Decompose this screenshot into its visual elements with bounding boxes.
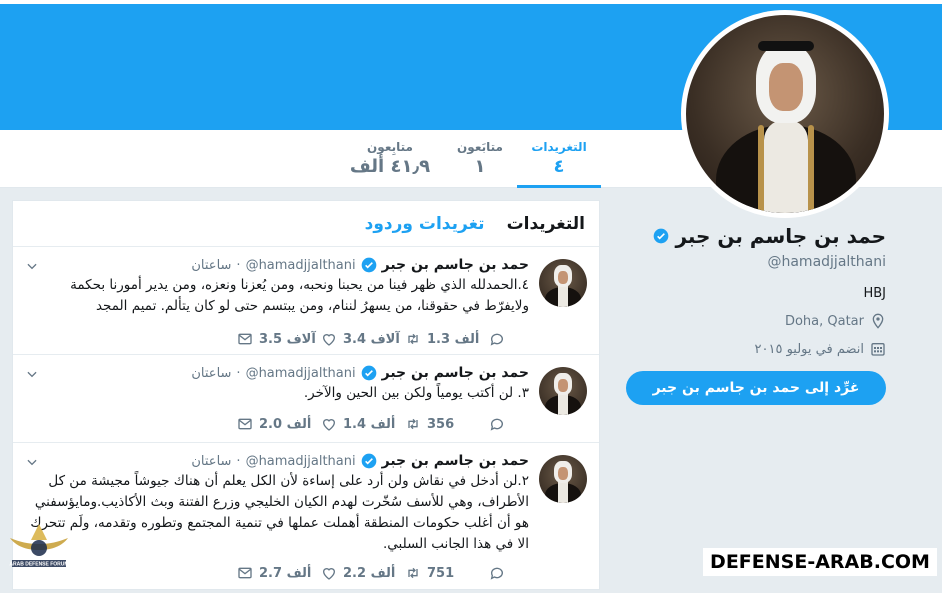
separator-dot: · — [236, 257, 241, 273]
replies-count: 751 — [427, 565, 455, 581]
timeline: التغريدات تغريدات وردود حمد بن جاسم بن ج… — [12, 200, 600, 590]
envelope-icon — [238, 418, 252, 430]
separator-dot: · — [236, 453, 241, 469]
site-watermark: DEFENSE-ARAB.COM — [703, 548, 937, 576]
tab-timeline-tweets[interactable]: التغريدات — [507, 214, 585, 234]
tweet-item[interactable]: حمد بن جاسم بن جبر @hamadjjalthani · ساع… — [13, 443, 599, 593]
like-button[interactable]: 2.2 ألف — [321, 565, 405, 581]
tweet-item[interactable]: حمد بن جاسم بن جبر @hamadjjalthani · ساع… — [13, 355, 599, 443]
tab-following[interactable]: متابَعون ١ — [445, 140, 515, 188]
heart-icon — [322, 334, 336, 346]
chevron-down-icon[interactable] — [25, 455, 39, 469]
tweets-count: ٤ — [553, 156, 565, 177]
reply-button[interactable] — [489, 416, 529, 432]
profile-avatar[interactable] — [681, 10, 889, 218]
tweet-avatar[interactable] — [539, 367, 587, 415]
reply-button[interactable] — [489, 331, 529, 347]
followers-count: ٤١٫٩ ألف — [349, 156, 431, 177]
heart-icon — [322, 568, 336, 580]
reply-button[interactable] — [489, 565, 529, 581]
reply-bubble-icon — [490, 418, 503, 431]
retweets-count: 1.4 ألف — [343, 416, 396, 432]
retweet-button[interactable]: 356 — [405, 416, 489, 432]
tweet-timestamp[interactable]: ساعتان — [191, 258, 231, 273]
following-count-label: متابَعون — [457, 140, 503, 154]
tweet-to-button[interactable]: غرِّد إلى حمد بن جاسم بن جبر — [626, 371, 886, 405]
profile-bio: HBJ — [863, 286, 886, 301]
tweet-author-handle[interactable]: @hamadjjalthani — [246, 366, 356, 381]
chevron-down-icon[interactable] — [25, 367, 39, 381]
replies-count: 356 — [427, 416, 455, 432]
retweet-icon — [408, 418, 418, 430]
tweet-actions: 3.5 آلاف 3.4 آلاف 1.3 ألف — [25, 331, 529, 347]
dm-action[interactable]: 3.5 آلاف — [237, 331, 321, 347]
following-count: ١ — [474, 156, 486, 177]
retweets-count: 3.4 آلاف — [343, 331, 400, 347]
retweets-count: 2.2 ألف — [343, 565, 396, 581]
arab-defense-forum-logo: ARAB DEFENSE FORUM — [9, 524, 69, 568]
joined-text: انضم في يوليو ٢٠١٥ — [754, 341, 864, 357]
tweet-text: ٢.لن أدخل في نقاش ولن أرد على إساءة لأن … — [30, 473, 529, 552]
calendar-icon — [871, 343, 885, 356]
profile-name[interactable]: حمد بن جاسم بن جبر — [675, 224, 886, 248]
timeline-tabs: التغريدات تغريدات وردود — [13, 201, 599, 247]
tweet-item[interactable]: حمد بن جاسم بن جبر @hamadjjalthani · ساع… — [13, 247, 599, 355]
verified-badge-icon — [654, 228, 669, 244]
top-border — [0, 0, 942, 4]
profile-joined: انضم في يوليو ٢٠١٥ — [622, 341, 886, 357]
profile-card: حمد بن جاسم بن جبر @hamadjjalthani HBJ D… — [622, 224, 886, 405]
location-text: Doha, Qatar — [784, 313, 864, 329]
reply-bubble-icon — [490, 333, 503, 346]
tweet-text: ٣. لن أكتب يومياً ولكن بين الحين والآخر. — [303, 385, 529, 401]
tweet-avatar[interactable] — [539, 455, 587, 503]
tweet-timestamp[interactable]: ساعتان — [191, 366, 231, 381]
tweets-count-label: التغريدات — [531, 140, 587, 154]
location-pin-icon — [872, 313, 884, 329]
profile-handle[interactable]: @hamadjjalthani — [622, 254, 886, 270]
tweet-author-name[interactable]: حمد بن جاسم بن جبر — [382, 365, 529, 381]
tweet-author-handle[interactable]: @hamadjjalthani — [246, 258, 356, 273]
verified-badge-icon — [361, 453, 376, 469]
tweet-author-name[interactable]: حمد بن جاسم بن جبر — [382, 453, 529, 469]
retweet-button[interactable]: 751 — [405, 565, 489, 581]
separator-dot: · — [236, 365, 241, 381]
verified-badge-icon — [361, 257, 376, 273]
dm-action[interactable]: 2.0 ألف — [237, 416, 321, 432]
reply-bubble-icon — [490, 567, 503, 580]
tweet-author-handle[interactable]: @hamadjjalthani — [246, 454, 356, 469]
heart-icon — [322, 419, 336, 431]
tweet-actions: 2.0 ألف 1.4 ألف 356 — [25, 416, 529, 432]
retweet-button[interactable]: 1.3 ألف — [405, 331, 489, 347]
likes-count: 3.5 آلاف — [259, 331, 316, 347]
verified-badge-icon — [361, 365, 376, 381]
tab-followers[interactable]: متابِعون ٤١٫٩ ألف — [340, 140, 440, 188]
chevron-down-icon[interactable] — [25, 259, 39, 273]
tweet-avatar[interactable] — [539, 259, 587, 307]
dm-action[interactable]: 2.7 ألف — [237, 565, 321, 581]
likes-count: 2.7 ألف — [259, 565, 312, 581]
tab-tweets-and-replies[interactable]: تغريدات وردود — [365, 214, 485, 234]
tweet-actions: 2.7 ألف 2.2 ألف 751 — [25, 565, 529, 581]
profile-name-row: حمد بن جاسم بن جبر — [622, 224, 886, 248]
tweet-timestamp[interactable]: ساعتان — [191, 454, 231, 469]
envelope-icon — [238, 333, 252, 345]
envelope-icon — [238, 567, 252, 579]
retweet-icon — [408, 567, 418, 579]
followers-count-label: متابِعون — [367, 140, 413, 154]
profile-location: Doha, Qatar — [622, 313, 886, 329]
retweet-icon — [408, 333, 418, 345]
replies-count: 1.3 ألف — [427, 331, 480, 347]
logo-text: ARAB DEFENSE FORUM — [9, 562, 68, 568]
like-button[interactable]: 3.4 آلاف — [321, 331, 405, 347]
like-button[interactable]: 1.4 ألف — [321, 416, 405, 432]
tweet-text: ٤.الحمدلله الذي ظهر فينا من يحبنا ونحبه،… — [70, 277, 529, 314]
tab-tweets[interactable]: التغريدات ٤ — [517, 140, 601, 188]
tweet-author-name[interactable]: حمد بن جاسم بن جبر — [382, 257, 529, 273]
likes-count: 2.0 ألف — [259, 416, 312, 432]
avatar-photo — [686, 15, 884, 213]
